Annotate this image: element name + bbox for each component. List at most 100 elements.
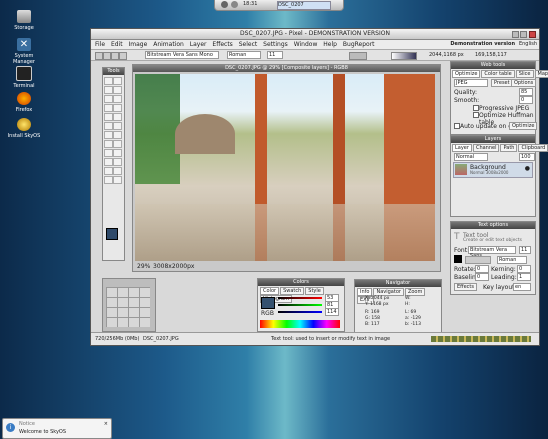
pen-tool-icon[interactable]: [104, 140, 113, 148]
tab-layer[interactable]: Layer: [452, 144, 472, 152]
baseline-value[interactable]: 0: [475, 273, 489, 281]
document-title[interactable]: DSC_0207.JPG @ 29% [Composite layers] - …: [133, 65, 440, 72]
print-icon[interactable]: [119, 52, 127, 60]
menu-effects[interactable]: Effects: [212, 40, 232, 49]
new-icon[interactable]: [95, 52, 103, 60]
brush-tool-icon[interactable]: [113, 104, 122, 112]
close-icon[interactable]: [529, 31, 536, 38]
undo-button[interactable]: [349, 52, 367, 60]
quality-value[interactable]: 85: [519, 88, 533, 96]
minimize-icon[interactable]: [512, 31, 519, 38]
photo-canvas[interactable]: [135, 74, 435, 261]
tab-channel[interactable]: Channel: [472, 144, 500, 152]
color-strip[interactable]: [391, 52, 417, 60]
hand-tool-icon[interactable]: [113, 158, 122, 166]
menu-file[interactable]: File: [95, 40, 105, 49]
text-style-select[interactable]: Roman: [497, 256, 527, 264]
kerning-value[interactable]: 0: [517, 265, 531, 273]
dodge-tool-icon[interactable]: [113, 131, 122, 139]
gradient-tool-icon[interactable]: [113, 167, 122, 175]
rotate-value[interactable]: 0: [475, 265, 489, 273]
menu-window[interactable]: Window: [294, 40, 318, 49]
tab-swatch[interactable]: Swatch: [280, 287, 305, 295]
opacity-value[interactable]: 100: [519, 153, 535, 161]
menu-layer[interactable]: Layer: [190, 40, 207, 49]
window-titlebar[interactable]: DSC_0207.JPG - Pixel - DEMONSTRATION VER…: [91, 29, 539, 40]
heal-tool-icon[interactable]: [104, 104, 113, 112]
font-name-field[interactable]: Bitstream Vera Sans Mono: [145, 51, 219, 59]
tab-style[interactable]: Style: [305, 287, 324, 295]
font-size-field[interactable]: 11: [267, 51, 283, 59]
crop-tool-icon[interactable]: [104, 95, 113, 103]
search-icon[interactable]: [231, 1, 238, 8]
tab-optimize[interactable]: Optimize: [452, 70, 481, 78]
current-color-swatch[interactable]: [261, 297, 275, 309]
slice-tool-icon[interactable]: [113, 95, 122, 103]
tab-slice[interactable]: Slice: [515, 70, 534, 78]
desktop-icon-terminal[interactable]: Terminal: [6, 66, 42, 89]
notes-tool-icon[interactable]: [113, 149, 122, 157]
align-buttons[interactable]: [465, 256, 491, 264]
tab-color[interactable]: Color: [260, 287, 280, 295]
thumbnail-panel[interactable]: [102, 278, 156, 332]
smooth-value[interactable]: 0: [519, 96, 533, 104]
tab-map[interactable]: Map: [534, 70, 548, 78]
eraser-tool-icon[interactable]: [104, 122, 113, 130]
zoom-tool-icon[interactable]: [104, 167, 113, 175]
fill-tool-icon[interactable]: [113, 122, 122, 130]
menu-edit[interactable]: Edit: [111, 40, 123, 49]
menu-settings[interactable]: Settings: [263, 40, 288, 49]
effects-button[interactable]: Effects: [454, 283, 477, 291]
open-icon[interactable]: [103, 52, 111, 60]
foreground-color[interactable]: [106, 228, 118, 240]
stamp-tool-icon[interactable]: [104, 113, 113, 121]
menu-icon[interactable]: [221, 1, 228, 8]
layer-row[interactable]: Background Normal 3008x2000 ●: [453, 162, 533, 178]
save-icon[interactable]: [111, 52, 119, 60]
eye-icon[interactable]: ●: [525, 165, 530, 172]
close-icon[interactable]: ×: [104, 421, 108, 427]
menu-animation[interactable]: Animation: [153, 40, 184, 49]
leading-value[interactable]: 1: [517, 273, 531, 281]
palette-strip[interactable]: [431, 336, 531, 342]
measure-tool-icon[interactable]: [113, 176, 122, 184]
marquee-tool-icon[interactable]: [113, 77, 122, 85]
blue-value[interactable]: 114: [325, 308, 339, 316]
desktop-icon-storage[interactable]: Storage: [6, 10, 42, 31]
shape-tool-icon[interactable]: [104, 149, 113, 157]
move-tool-icon[interactable]: [104, 77, 113, 85]
desktop-icon-firefox[interactable]: Firefox: [6, 92, 42, 113]
path-tool-icon[interactable]: [104, 176, 113, 184]
tab-path[interactable]: Path: [500, 144, 518, 152]
taskbar-item[interactable]: DSC_0207: [277, 1, 331, 10]
font-field[interactable]: Bitstream Vera Sans: [468, 246, 516, 259]
menu-image[interactable]: Image: [129, 40, 148, 49]
tab-navigator[interactable]: Navigator: [373, 288, 404, 296]
spectrum-bar[interactable]: [260, 320, 340, 328]
red-slider[interactable]: [278, 297, 322, 299]
tab-color-table[interactable]: Color table: [481, 70, 515, 78]
menu-help[interactable]: Help: [323, 40, 337, 49]
language-select[interactable]: English: [519, 40, 537, 49]
notification-popup[interactable]: i Notice Welcome to SkyOS ×: [2, 418, 112, 439]
options-button[interactable]: Options: [511, 79, 537, 87]
tab-zoom[interactable]: Zoom: [404, 288, 426, 296]
tab-clipboard[interactable]: Clipboard: [518, 144, 548, 152]
text-size-field[interactable]: 11: [519, 246, 531, 254]
optimize-button[interactable]: Optimize: [509, 122, 538, 130]
eyedropper-tool-icon[interactable]: [104, 158, 113, 166]
tab-info[interactable]: Info: [357, 288, 373, 296]
key-layout-select[interactable]: en: [513, 283, 531, 291]
format-select[interactable]: JPEG: [454, 79, 488, 87]
lasso-tool-icon[interactable]: [104, 86, 113, 94]
history-tool-icon[interactable]: [113, 113, 122, 121]
green-slider[interactable]: [278, 304, 322, 306]
text-tool-icon[interactable]: [113, 140, 122, 148]
menu-bugreport[interactable]: BugReport: [343, 40, 375, 49]
desktop-icon-system-manager[interactable]: ✕ System Manager: [6, 38, 42, 65]
blue-slider[interactable]: [278, 311, 322, 313]
maximize-icon[interactable]: [520, 31, 527, 38]
wand-tool-icon[interactable]: [113, 86, 122, 94]
text-color-swatch[interactable]: [454, 255, 462, 263]
desktop-icon-install[interactable]: Install SkyOS: [6, 118, 42, 139]
